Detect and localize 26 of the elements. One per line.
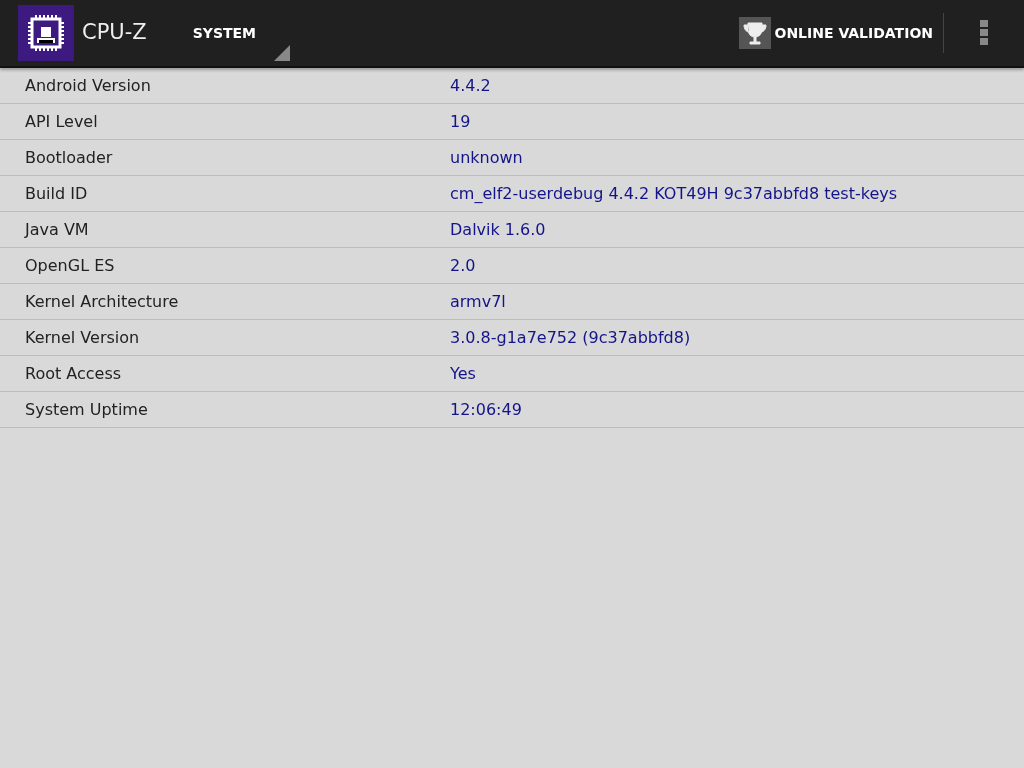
property-value: Dalvik 1.6.0 [450,218,546,241]
property-label: Java VM [23,218,90,241]
property-value: cm_elf2-userdebug 4.4.2 KOT49H 9c37abbfd8 test-keys [450,182,898,205]
property-value: unknown [450,146,523,169]
property-label: System Uptime [24,398,149,421]
section-dropdown[interactable]: SYSTEM [190,0,291,67]
property-value: 12:06:49 [450,398,522,421]
property-value: Yes [450,362,476,385]
property-label: Android Version [24,74,152,97]
chip-logo-icon [18,5,74,61]
property-label: Kernel Version [24,326,141,349]
property-label: Bootloader [24,146,114,169]
app-title: CPU-Z [82,19,147,47]
dropdown-corner-icon [274,45,291,61]
property-label: API Level [24,110,99,133]
property-value: armv7l [450,290,506,313]
property-value: 19 [450,110,471,133]
property-label: OpenGL ES [24,254,116,277]
property-label: Build ID [24,182,89,205]
property-value: 4.4.2 [450,74,491,97]
property-label: Kernel Architecture [24,290,180,313]
property-label: Root Access [24,362,123,385]
trophy-icon [738,17,771,49]
property-value: 3.0.8-g1a7e752 (9c37abbfd8) [450,326,691,349]
online-validation-button[interactable]: ONLINE VALIDATION [738,0,943,67]
property-value: 2.0 [450,254,476,277]
